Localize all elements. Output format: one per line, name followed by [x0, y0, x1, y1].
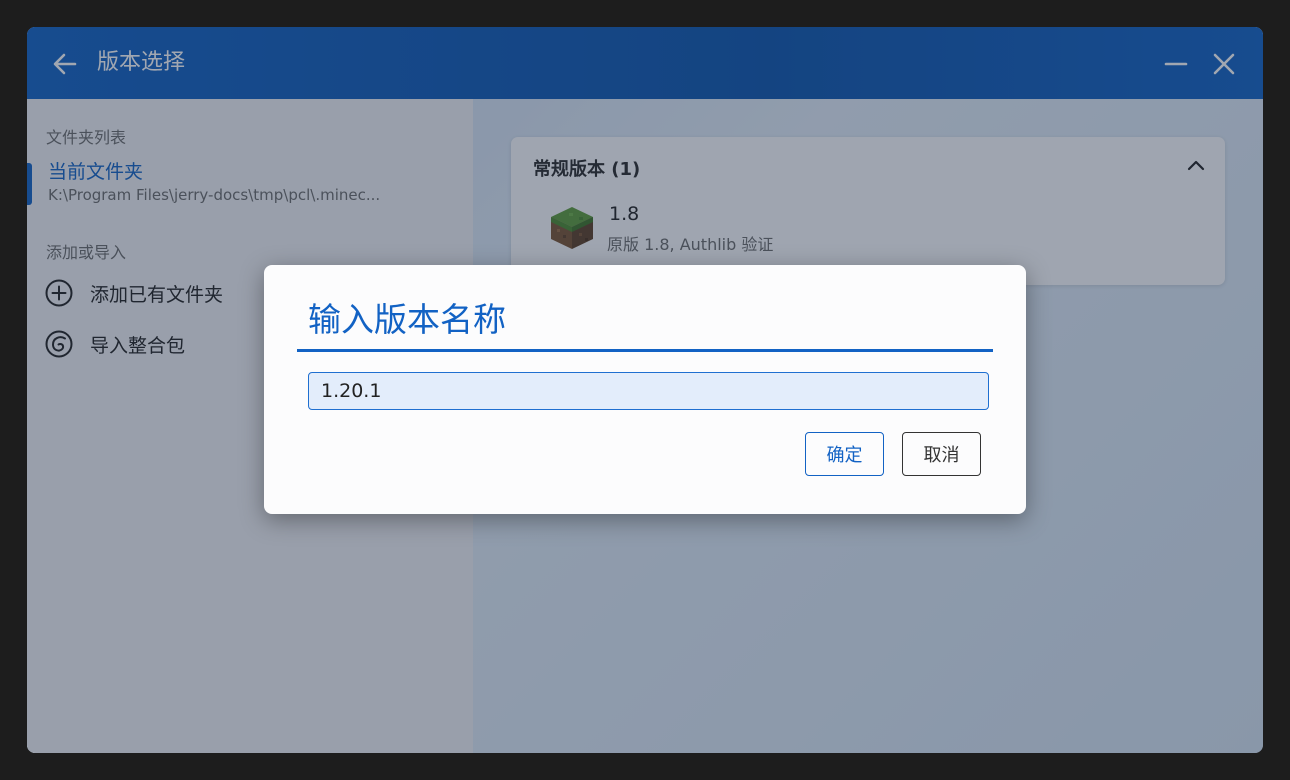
confirm-button[interactable]: 确定: [805, 432, 884, 476]
version-name-input[interactable]: [308, 372, 989, 410]
rename-dialog: 输入版本名称 确定 取消: [264, 265, 1026, 514]
dialog-title-underline: [297, 349, 993, 352]
app-window: 版本选择 文件夹列表 当前文件夹 K:\Program Files\jerry-…: [27, 27, 1263, 753]
dialog-title: 输入版本名称: [308, 300, 506, 339]
cancel-button[interactable]: 取消: [902, 432, 981, 476]
